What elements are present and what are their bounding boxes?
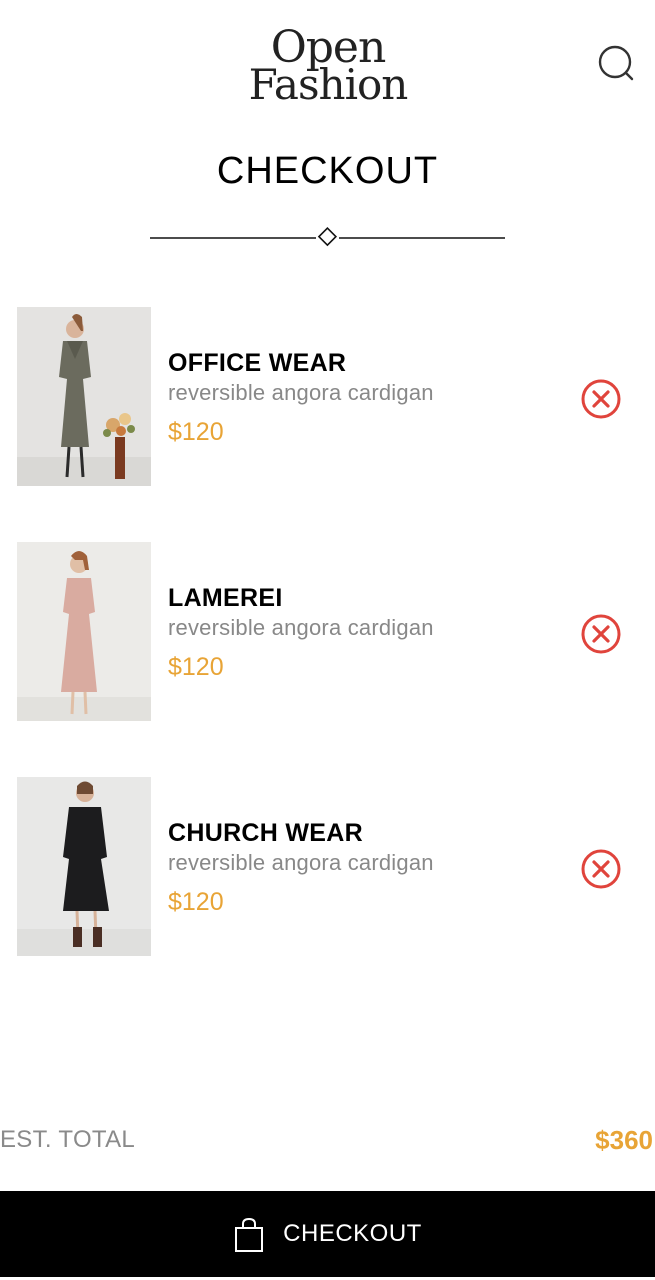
item-name: LAMEREI — [168, 584, 283, 612]
brand-logo[interactable]: Open Fashion — [238, 26, 418, 106]
cart-item[interactable]: OFFICE WEAR reversible angora cardigan $… — [0, 307, 655, 487]
search-button[interactable] — [594, 42, 638, 86]
remove-item-button[interactable] — [578, 376, 624, 422]
remove-item-button[interactable] — [578, 846, 624, 892]
item-price: $120 — [168, 653, 224, 681]
checkout-label: CHECKOUT — [283, 1220, 422, 1247]
remove-circle-x-icon — [581, 849, 621, 889]
item-name: CHURCH WEAR — [168, 819, 363, 847]
item-description: reversible angora cardigan — [168, 615, 434, 640]
lamerei-photo[interactable] — [17, 542, 151, 721]
remove-circle-x-icon — [581, 379, 621, 419]
search-icon — [598, 45, 634, 81]
cart-item[interactable]: CHURCH WEAR reversible angora cardigan $… — [0, 777, 655, 957]
remove-circle-x-icon — [581, 614, 621, 654]
est-total-value: $360 — [595, 1125, 653, 1155]
title-divider — [150, 226, 505, 247]
est-total-label: EST. TOTAL — [0, 1126, 136, 1153]
item-price: $120 — [168, 418, 224, 446]
item-price: $120 — [168, 888, 224, 916]
logo-line-fashion: Fashion — [248, 59, 409, 109]
page-title: CHECKOUT — [216, 150, 439, 192]
remove-item-button[interactable] — [578, 611, 624, 657]
church-wear-photo[interactable] — [17, 777, 151, 956]
shopping-bag-icon — [235, 1217, 264, 1252]
item-description: reversible angora cardigan — [168, 850, 434, 875]
app-header: Open Fashion — [0, 0, 655, 130]
item-name: OFFICE WEAR — [168, 349, 347, 377]
checkout-button[interactable]: CHECKOUT — [0, 1191, 655, 1277]
item-description: reversible angora cardigan — [168, 380, 434, 405]
cart-item[interactable]: LAMEREI reversible angora cardigan $120 — [0, 542, 655, 722]
office-wear-photo[interactable] — [17, 307, 151, 486]
